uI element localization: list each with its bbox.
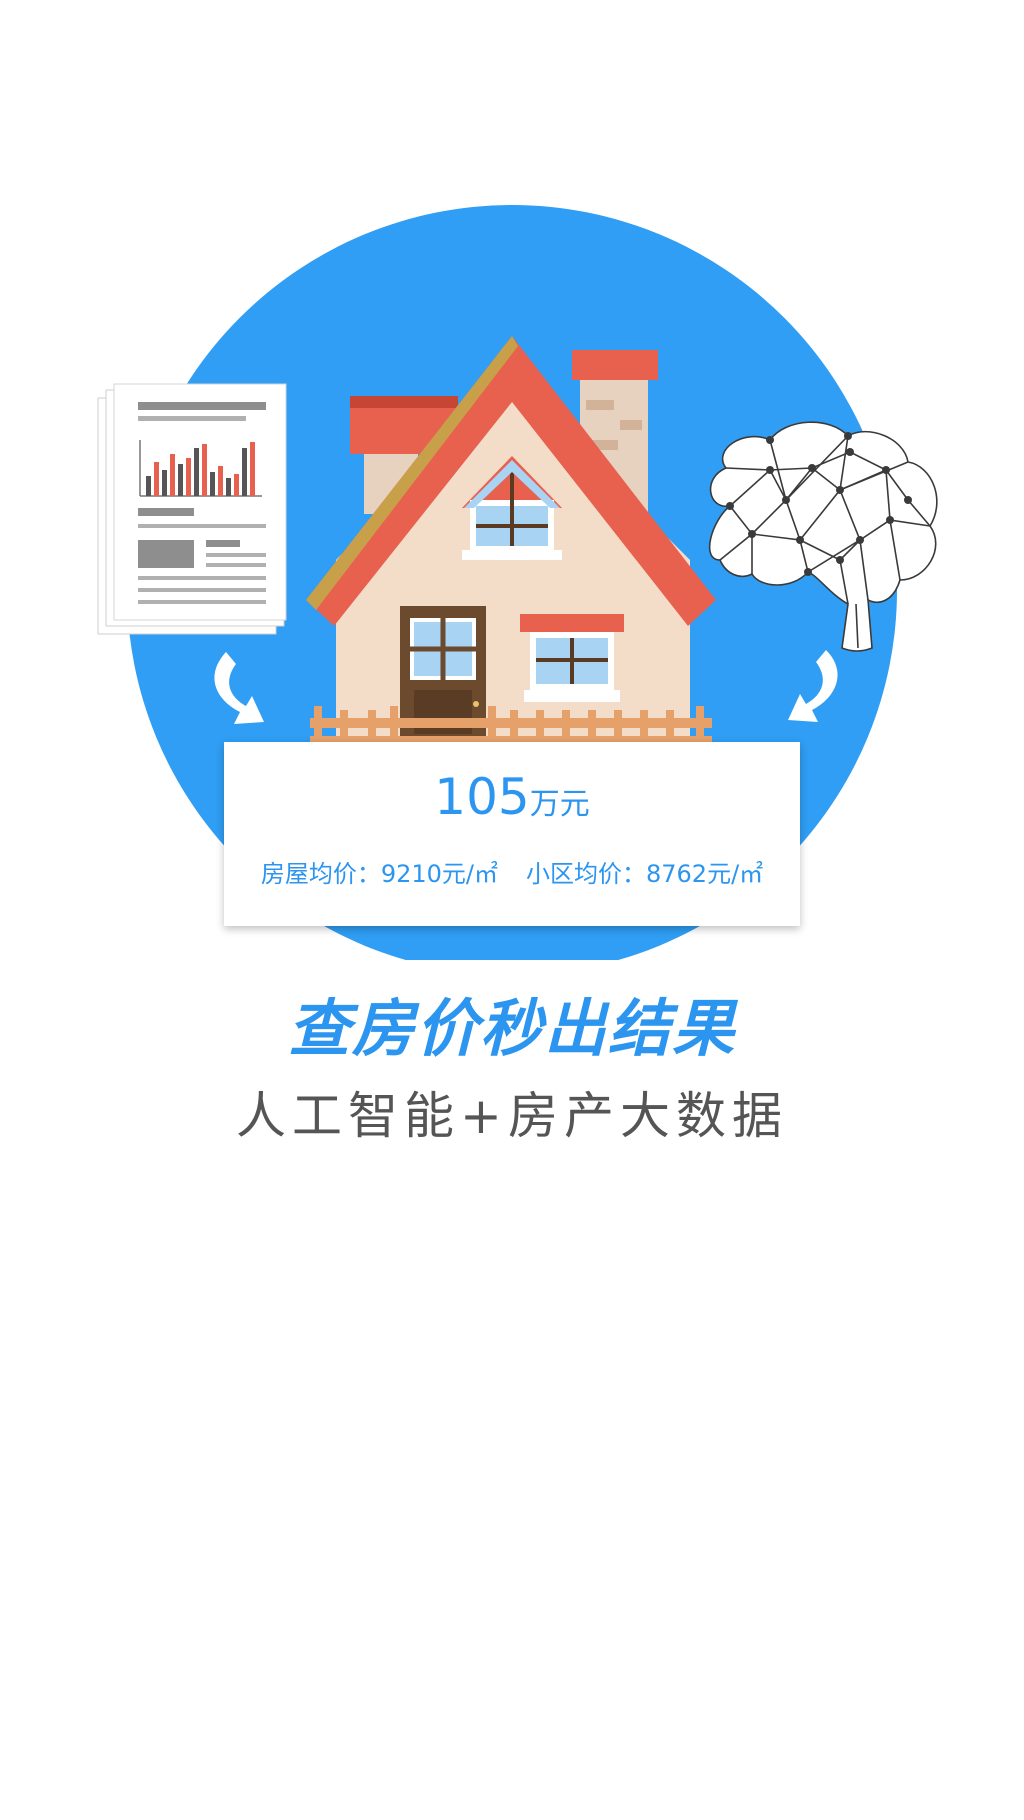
total-price-value: 105: [434, 768, 530, 826]
total-price-unit: 万元: [529, 787, 590, 822]
community-average-label: 小区均价：: [526, 860, 646, 888]
report-document-icon: [97, 383, 287, 635]
price-result-card: 105万元 房屋均价：9210元/㎡ 小区均价：8762元/㎡: [224, 742, 800, 926]
average-price-row: 房屋均价：9210元/㎡ 小区均价：8762元/㎡: [224, 854, 800, 889]
subheadline: 人工智能+房产大数据: [236, 1087, 788, 1145]
total-price: 105万元: [224, 772, 800, 822]
community-average-value: 8762元/㎡: [646, 860, 764, 888]
headline: 查房价秒出结果: [287, 992, 736, 1065]
house-average-value: 9210元/㎡: [380, 860, 498, 888]
splash-screen: 105万元 房屋均价：9210元/㎡ 小区均价：8762元/㎡ 查房价秒出结果 人…: [0, 0, 1024, 1820]
house-average-label: 房屋均价：: [260, 860, 381, 888]
